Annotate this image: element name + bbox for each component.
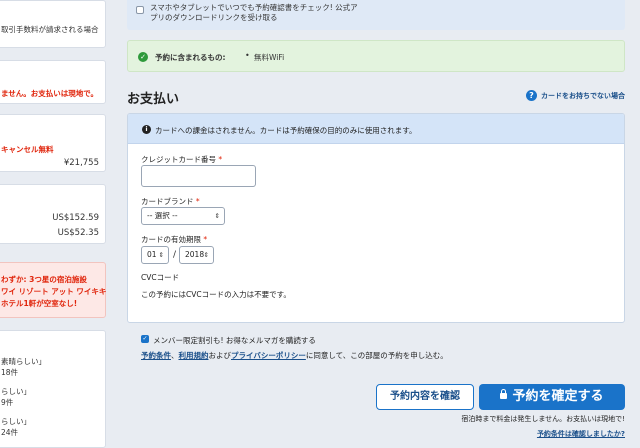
cvc-label: CVCコード	[141, 273, 180, 282]
included-panel: ✓ 予約に含まれるもの: • 無料WiFi	[127, 40, 625, 72]
required-mark: *	[218, 155, 223, 164]
booking-terms-link[interactable]: 予約条件	[141, 351, 171, 360]
room-price: ¥21,755	[63, 158, 99, 168]
terms-rest: に同意して、この部屋の予約を申し込む。	[305, 351, 448, 360]
no-card-help-link[interactable]: ? カードをお持ちでない場合	[526, 90, 625, 101]
question-icon: ?	[526, 90, 537, 101]
expiry-label-text: カードの有効期限	[141, 235, 201, 244]
app-download-line-2: プリのダウンロードリンクを受け取る	[150, 13, 278, 22]
card-brand-label: カードブランド *	[141, 196, 200, 207]
alert-line-3: ホテル1軒が空室なし!	[1, 299, 78, 308]
payment-title: お支払い	[127, 92, 180, 107]
review-3-count: 24件	[1, 428, 19, 437]
required-mark: *	[195, 197, 200, 206]
price-usd-1: US$152.59	[52, 213, 99, 223]
included-label: 予約に含まれるもの:	[155, 53, 226, 62]
no-card-help-text: カードをお持ちでない場合	[541, 91, 625, 100]
card-brand-label-text: カードブランド	[141, 197, 194, 206]
review-2-count: 9件	[1, 398, 14, 407]
review-booking-button[interactable]: 予約内容を確認	[376, 384, 474, 410]
pay-at-property-note: 宿泊時まで料金は発生しません。お支払いは現地で!	[461, 415, 625, 423]
free-cancel-label: キャンセル無料	[1, 145, 54, 154]
expiry-year-value: 2018	[185, 250, 205, 259]
terms-sep: 、	[171, 351, 179, 360]
booking-summary-sidebar: 取引手数料が請求される場合 ません。お支払いは現地で。 キャンセル無料 ¥21,…	[0, 0, 107, 448]
required-mark: *	[203, 235, 208, 244]
privacy-policy-link[interactable]: プライバシーポリシー	[231, 351, 306, 360]
included-item-wifi: 無料WiFi	[254, 53, 285, 62]
card-number-label: クレジットカード番号 *	[141, 154, 222, 165]
pay-at-property-note: ません。お支払いは現地で。	[1, 89, 98, 98]
availability-alert: わずか: 3つ星の宿泊施設 ワイ リゾート アット ワイキキ ホテル1軒が空室な…	[0, 262, 106, 318]
alert-line-2: ワイ リゾート アット ワイキキ	[1, 287, 107, 296]
usage-rules-link[interactable]: 利用規約	[179, 351, 209, 360]
app-download-checkbox[interactable]	[136, 6, 144, 14]
expiry-month-value: 01	[147, 250, 157, 259]
select-arrows-icon: ⇕	[203, 251, 209, 259]
expiry-separator: /	[173, 250, 177, 260]
card-number-label-text: クレジットカード番号	[141, 155, 216, 164]
check-terms-link[interactable]: 予約条件は確認しましたか?	[537, 429, 625, 439]
confirm-booking-button[interactable]: 予約を確定する	[479, 384, 625, 410]
review-1-count: 18件	[1, 368, 19, 377]
check-circle-icon: ✓	[138, 52, 148, 62]
reviews-card: 素晴らしい」 18件 らしい」 9件 らしい」 24件	[0, 330, 106, 448]
terms-consent: 予約条件、利用規約およびプライバシーポリシーに同意して、この部屋の予約を申し込む…	[141, 350, 448, 361]
newsletter-label: メンバー限定割引も! お得なメルマガを購読する	[153, 336, 316, 345]
payment-notice: i カードへの課金はされません。カードは予約確保の目的のみに使用されます。	[128, 114, 624, 144]
payment-notice-text: カードへの課金はされません。カードは予約確保の目的のみに使用されます。	[155, 126, 417, 135]
lock-icon	[500, 389, 508, 399]
terms-and: および	[208, 351, 232, 360]
expiry-label: カードの有効期限 *	[141, 234, 207, 245]
card-number-input[interactable]	[141, 165, 256, 187]
review-1-label: 素晴らしい」	[1, 357, 46, 366]
booking-form: スマホやタブレットでいつでも予約確認書をチェック! 公式ア プリのダウンロードリ…	[127, 0, 625, 448]
review-3-label: らしい」	[1, 417, 31, 426]
summary-card-payment: ません。お支払いは現地で。	[0, 60, 106, 104]
payment-card: i カードへの課金はされません。カードは予約確保の目的のみに使用されます。 クレ…	[127, 113, 625, 323]
alert-line-1: わずか: 3つ星の宿泊施設	[1, 275, 87, 284]
app-download-panel: スマホやタブレットでいつでも予約確認書をチェック! 公式ア プリのダウンロードリ…	[127, 0, 625, 30]
review-2-label: らしい」	[1, 387, 31, 396]
fees-note: 取引手数料が請求される場合	[1, 25, 99, 34]
card-brand-select[interactable]: -- 選択 -- ⇕	[141, 207, 225, 225]
price-usd-2: US$52.35	[57, 228, 99, 238]
card-brand-value: -- 選択 --	[147, 211, 178, 220]
info-icon: i	[142, 125, 151, 134]
summary-card-prices: US$152.59 US$52.35	[0, 184, 106, 244]
summary-card-fees: 取引手数料が請求される場合	[0, 0, 106, 48]
select-arrows-icon: ⇕	[158, 251, 164, 259]
select-arrows-icon: ⇕	[214, 212, 220, 220]
included-bullet: •	[245, 51, 250, 60]
newsletter-checkbox[interactable]: ✓	[141, 335, 149, 343]
cvc-note: この予約にはCVCコードの入力は不要です。	[141, 290, 291, 299]
app-download-text: スマホやタブレットでいつでも予約確認書をチェック! 公式ア プリのダウンロードリ…	[150, 3, 358, 23]
summary-card-room: キャンセル無料 ¥21,755	[0, 114, 106, 172]
app-download-line-1: スマホやタブレットでいつでも予約確認書をチェック! 公式ア	[150, 3, 358, 12]
confirm-booking-label: 予約を確定する	[512, 389, 604, 404]
expiry-month-select[interactable]: 01 ⇕	[141, 246, 169, 264]
expiry-year-select[interactable]: 2018 ⇕	[179, 246, 214, 264]
